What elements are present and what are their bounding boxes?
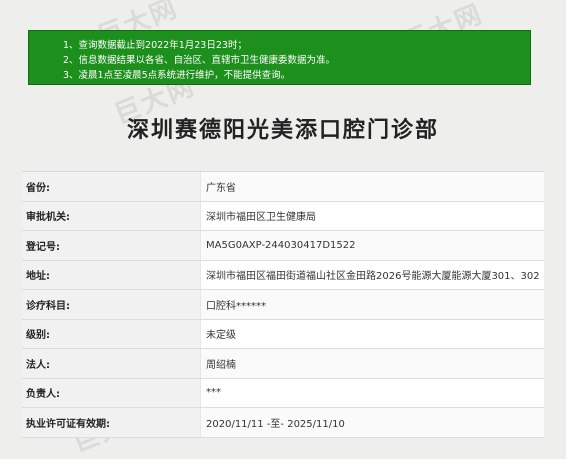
row-label: 省份: — [22, 172, 201, 201]
table-row: 负责人: *** — [22, 378, 544, 408]
table-row: 审批机关: 深圳市福田区卫生健康局 — [22, 201, 544, 231]
notice-line: 1、查询数据截止到2022年1月23日23时； — [63, 40, 247, 51]
notice-line: 2、信息数据结果以各省、自治区、直辖市卫生健康委数据为准。 — [63, 55, 336, 66]
table-row: 登记号: MA5G0AXP-244030417D1522 — [22, 231, 544, 261]
row-value: 深圳市福田区福田街道福山社区金田路2026号能源大厦能源大厦301、302 — [206, 271, 540, 283]
row-value: 广东省 — [206, 182, 236, 194]
row-value: 口腔科****** — [206, 300, 266, 312]
table-row: 级别: 未定级 — [22, 319, 544, 349]
row-label: 审批机关: — [22, 201, 201, 230]
row-value: 未定级 — [206, 330, 236, 342]
table-row: 诊疗科目: 口腔科****** — [22, 290, 544, 320]
row-label: 登记号: — [22, 231, 201, 260]
row-value: 深圳市福田区卫生健康局 — [206, 212, 316, 224]
row-label: 级别: — [22, 319, 201, 348]
notice-banner: 1、查询数据截止到2022年1月23日23时； 2、信息数据结果以各省、自治区、… — [28, 30, 531, 85]
table-row: 省份: 广东省 — [22, 172, 544, 202]
table-row: 法人: 周绍楠 — [22, 349, 544, 379]
page-title: 深圳赛德阳光美添口腔门诊部 — [126, 118, 439, 143]
row-value: MA5G0AXP-244030417D1522 — [206, 239, 356, 251]
row-label: 执业许可证有效期: — [22, 408, 201, 437]
row-label: 诊疗科目: — [22, 290, 201, 319]
row-value: 2020/11/11 -至- 2025/11/10 — [206, 418, 345, 430]
info-table: 省份: 广东省 审批机关: 深圳市福田区卫生健康局 登记号: MA5G0AXP-… — [22, 171, 544, 438]
notice-line: 3、凌晨1点至凌晨5点系统进行维护，不能提供查询。 — [63, 70, 291, 81]
row-value: 周绍楠 — [206, 359, 236, 371]
row-value: *** — [206, 387, 221, 399]
table-row: 地址: 深圳市福田区福田街道福山社区金田路2026号能源大厦能源大厦301、30… — [22, 260, 544, 290]
row-label: 法人: — [22, 349, 201, 378]
row-label: 负责人: — [22, 378, 201, 407]
row-label: 地址: — [22, 260, 201, 289]
table-row: 执业许可证有效期: 2020/11/11 -至- 2025/11/10 — [22, 408, 544, 438]
